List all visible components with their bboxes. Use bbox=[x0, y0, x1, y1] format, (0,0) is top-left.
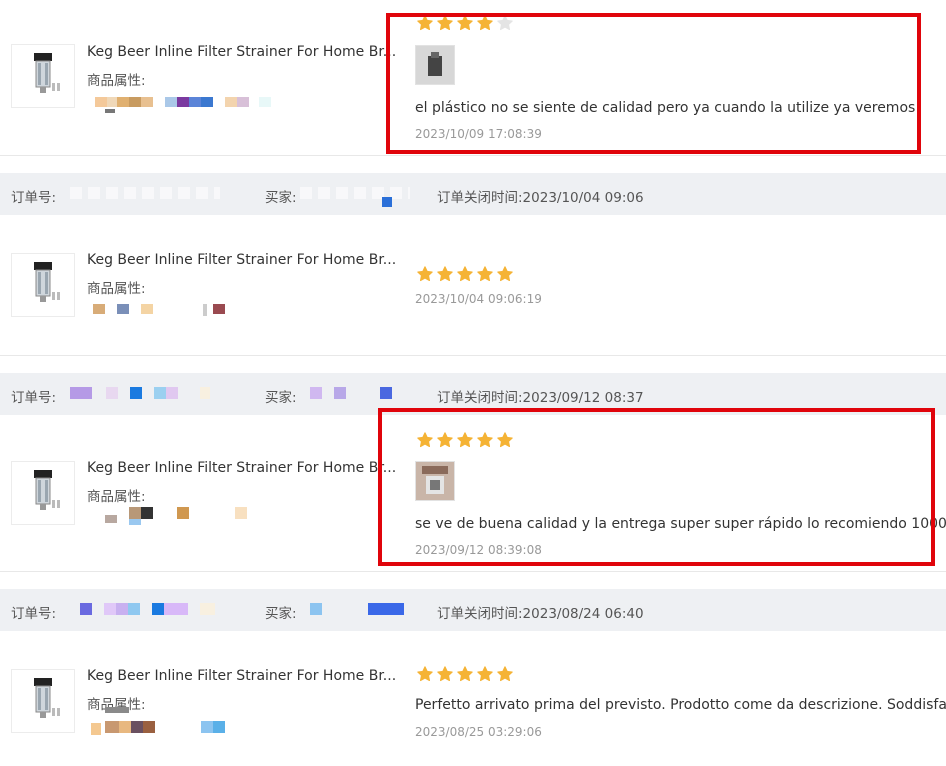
redacted-attributes bbox=[85, 707, 295, 737]
redacted-order-number bbox=[70, 387, 210, 399]
star-icon bbox=[417, 266, 433, 282]
filter-product-icon bbox=[34, 678, 60, 718]
product-name-link[interactable]: Keg Beer Inline Filter Strainer For Home… bbox=[87, 252, 396, 268]
star-icon bbox=[497, 666, 513, 682]
star-icon bbox=[417, 432, 433, 448]
review-photo-image bbox=[416, 46, 454, 84]
filter-product-icon bbox=[34, 53, 60, 93]
star-icon bbox=[437, 666, 453, 682]
review-date: 2023/09/12 08:39:08 bbox=[415, 543, 542, 557]
product-attribute-label: 商品属性: bbox=[87, 281, 146, 297]
star-icon bbox=[437, 432, 453, 448]
star-icon bbox=[437, 266, 453, 282]
product-thumbnail[interactable] bbox=[11, 669, 75, 733]
review-date: 2023/10/04 09:06:19 bbox=[415, 292, 542, 306]
order-number-label: 订单号: bbox=[11, 190, 57, 206]
rating-stars bbox=[416, 14, 514, 32]
product-name-link[interactable]: Keg Beer Inline Filter Strainer For Home… bbox=[87, 668, 396, 684]
product-name-link[interactable]: Keg Beer Inline Filter Strainer For Home… bbox=[87, 44, 396, 60]
review-text: el plástico no se siente de calidad pero… bbox=[415, 100, 916, 116]
redacted-buyer bbox=[300, 187, 410, 199]
star-icon bbox=[417, 15, 433, 31]
star-icon bbox=[497, 15, 513, 31]
order-closed-time: 订单关闭时间:2023/08/24 06:40 bbox=[437, 606, 644, 622]
star-icon bbox=[457, 15, 473, 31]
review-photo[interactable] bbox=[415, 45, 455, 85]
buyer-label: 买家: bbox=[265, 190, 297, 206]
review-date: 2023/10/09 17:08:39 bbox=[415, 127, 542, 141]
redacted-buyer bbox=[310, 603, 410, 615]
order-closed-time: 订单关闭时间:2023/10/04 09:06 bbox=[437, 190, 644, 206]
review-text: Perfetto arrivato prima del previsto. Pr… bbox=[415, 697, 946, 713]
rating-stars bbox=[416, 665, 514, 683]
star-icon bbox=[477, 15, 493, 31]
star-icon bbox=[497, 432, 513, 448]
redacted-attributes bbox=[85, 304, 295, 320]
product-thumbnail[interactable] bbox=[11, 461, 75, 525]
star-icon bbox=[457, 432, 473, 448]
review-text: se ve de buena calidad y la entrega supe… bbox=[415, 516, 946, 532]
review-photo-image bbox=[416, 462, 454, 500]
rating-stars bbox=[416, 431, 514, 449]
buyer-label: 买家: bbox=[265, 606, 297, 622]
star-icon bbox=[477, 432, 493, 448]
review-row: Keg Beer Inline Filter Strainer For Home… bbox=[0, 415, 946, 572]
review-row: Keg Beer Inline Filter Strainer For Home… bbox=[0, 215, 946, 356]
order-number-label: 订单号: bbox=[11, 390, 57, 406]
redacted-order-number bbox=[80, 603, 215, 615]
star-icon bbox=[457, 266, 473, 282]
review-photo[interactable] bbox=[415, 461, 455, 501]
star-icon bbox=[497, 266, 513, 282]
order-info-bar: 订单号: 买家: 订单关闭时间:2023/08/24 06:40 bbox=[0, 589, 946, 631]
order-number-label: 订单号: bbox=[11, 606, 57, 622]
buyer-label: 买家: bbox=[265, 390, 297, 406]
redacted-order-number bbox=[70, 187, 220, 199]
product-name-link[interactable]: Keg Beer Inline Filter Strainer For Home… bbox=[87, 460, 396, 476]
product-thumbnail[interactable] bbox=[11, 253, 75, 317]
star-icon bbox=[437, 15, 453, 31]
rating-stars bbox=[416, 265, 514, 283]
order-info-bar: 订单号: 买家: 订单关闭时间:2023/10/04 09:06 bbox=[0, 173, 946, 215]
filter-product-icon bbox=[34, 470, 60, 510]
review-row: Keg Beer Inline Filter Strainer For Home… bbox=[0, 631, 946, 766]
redacted-attributes bbox=[85, 507, 295, 525]
redacted-buyer bbox=[310, 387, 420, 399]
order-closed-time: 订单关闭时间:2023/09/12 08:37 bbox=[437, 390, 644, 406]
product-thumbnail[interactable] bbox=[11, 44, 75, 108]
star-icon bbox=[457, 666, 473, 682]
review-date: 2023/08/25 03:29:06 bbox=[415, 725, 542, 739]
redacted-buyer-mark bbox=[382, 197, 392, 207]
star-icon bbox=[417, 666, 433, 682]
filter-product-icon bbox=[34, 262, 60, 302]
star-icon bbox=[477, 666, 493, 682]
product-attribute-label: 商品属性: bbox=[87, 489, 146, 505]
review-row: Keg Beer Inline Filter Strainer For Home… bbox=[0, 0, 946, 156]
star-icon bbox=[477, 266, 493, 282]
product-attribute-label: 商品属性: bbox=[87, 73, 146, 89]
order-info-bar: 订单号: 买家: 订单关闭时间:2023/09/12 08:37 bbox=[0, 373, 946, 415]
redacted-attributes bbox=[85, 97, 295, 113]
